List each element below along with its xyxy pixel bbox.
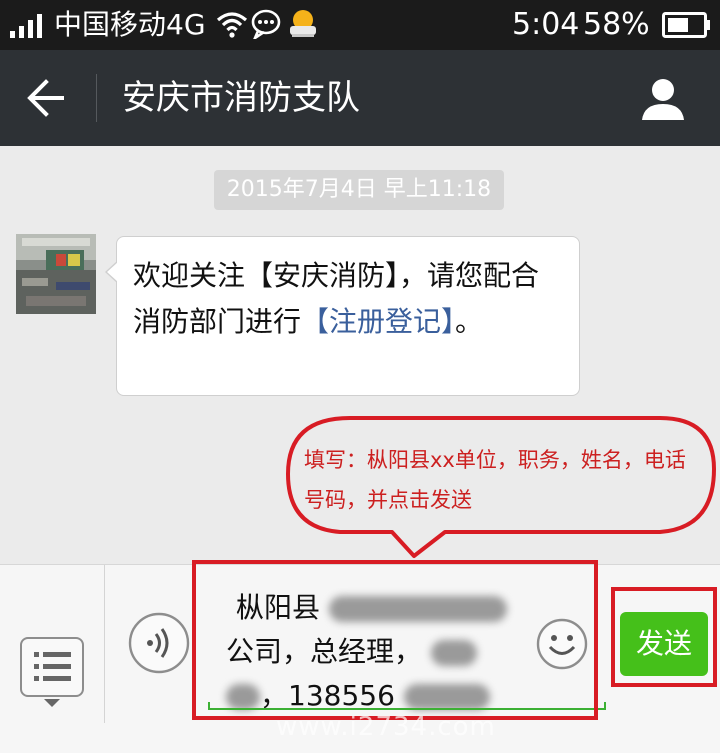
page-title: 安庆市消防支队 (122, 78, 360, 118)
signal-icon (10, 14, 42, 38)
input-divider (104, 565, 105, 723)
carrier-name: 中国移动4G (54, 8, 206, 41)
avatar-photo (16, 234, 96, 314)
wifi-icon (216, 12, 248, 38)
register-link[interactable]: 【注册登记】 (301, 305, 455, 338)
callout-instruction: 填写：枞阳县xx单位，职务，姓名，电话号码，并点击发送 (304, 448, 686, 512)
nav-bar: 安庆市消防支队 (0, 50, 720, 146)
battery-icon (662, 12, 710, 38)
highlight-send-box (611, 587, 717, 687)
menu-caret-icon (44, 699, 60, 707)
weather-icon (290, 10, 316, 37)
message-timestamp: 2015年7月4日 早上11:18 (214, 170, 504, 210)
highlight-input-box (192, 560, 598, 720)
clock-time: 5:04 (512, 7, 580, 42)
profile-icon[interactable] (640, 76, 686, 122)
status-bar: 中国移动4G 5:04 58% (0, 0, 720, 50)
voice-icon[interactable] (128, 612, 190, 674)
watermark: www.i2734.com (276, 712, 496, 742)
nav-divider (96, 74, 97, 122)
list-menu-icon (34, 652, 71, 681)
battery-percent: 58% (583, 7, 650, 42)
avatar[interactable] (16, 234, 96, 314)
message-text-end: 。 (455, 305, 484, 338)
menu-button[interactable] (20, 637, 84, 697)
message-icon (251, 9, 281, 39)
chat-message-bubble: 欢迎关注【安庆消防】，请您配合消防部门进行【注册登记】。 (105, 236, 580, 396)
back-arrow-icon[interactable] (26, 78, 68, 118)
